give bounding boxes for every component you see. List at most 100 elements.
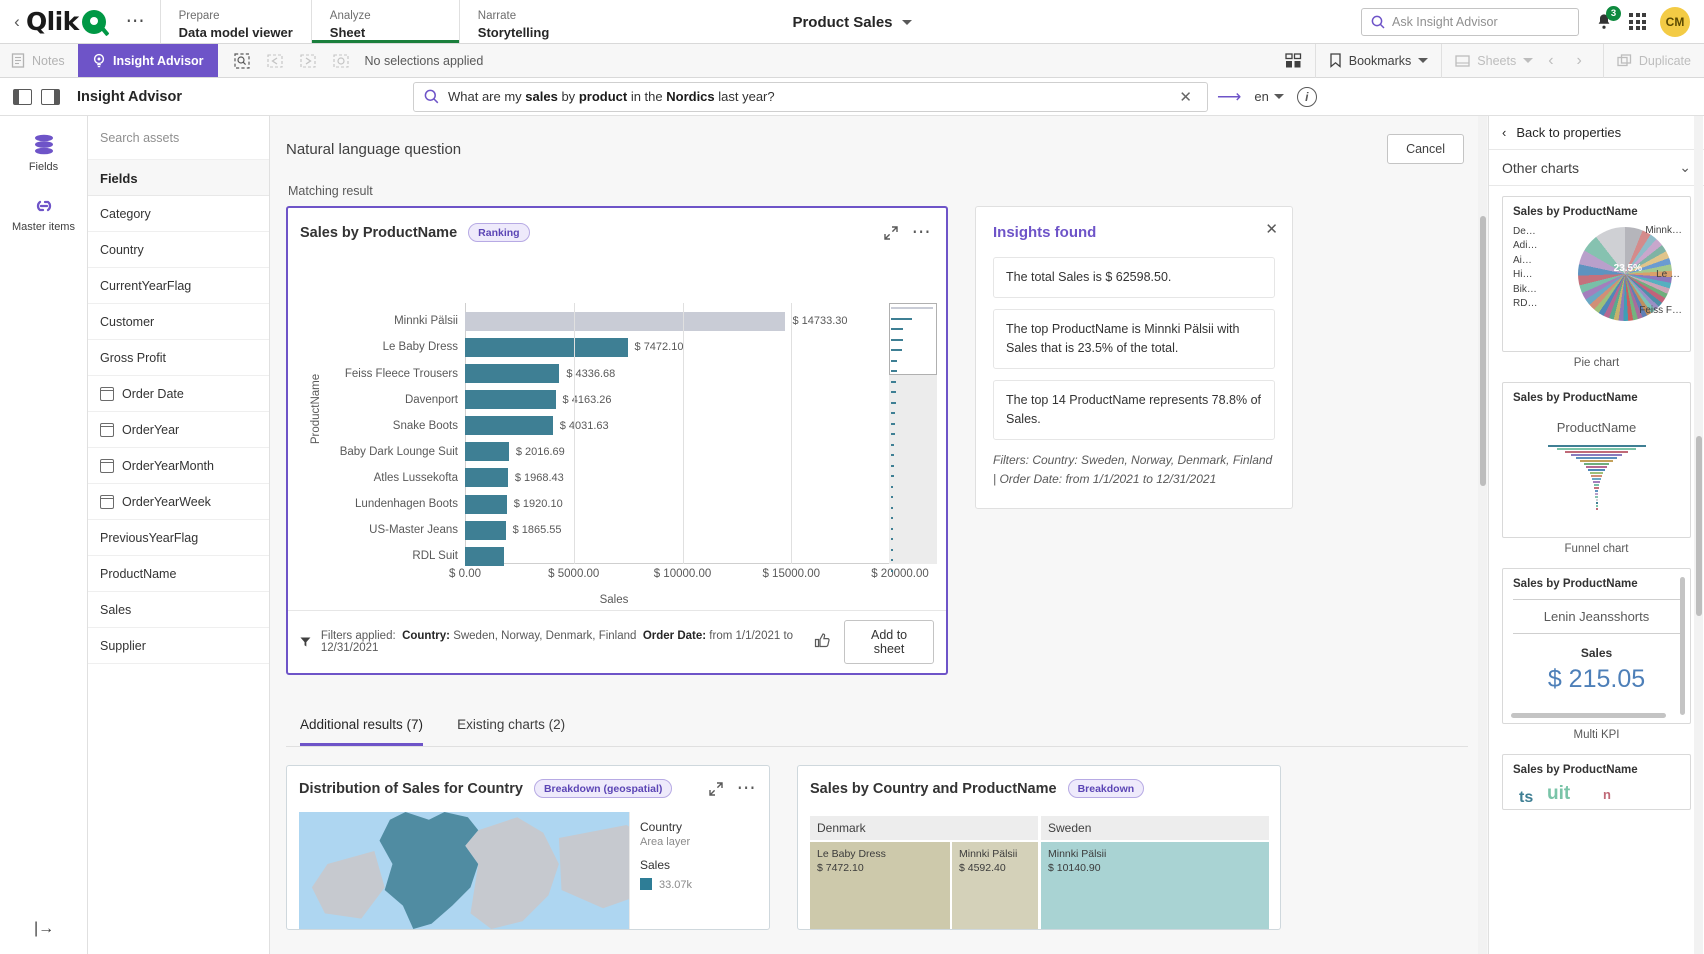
nl-question-input[interactable]: What are my sales by product in the Nord… [413,81,1208,112]
back-icon[interactable]: ‹ [0,0,26,43]
prev-sheet-button[interactable]: ‹ [1540,52,1561,70]
menu-narrate[interactable]: Narrate Storytelling [458,0,607,43]
expand-icon[interactable] [883,225,898,240]
field-row[interactable]: ProductName [88,556,269,592]
back-to-properties-button[interactable]: ‹ Back to properties [1489,116,1704,150]
chart-scroll-preview[interactable] [889,303,937,572]
submit-question-icon[interactable]: ⟶ [1208,87,1241,107]
bar[interactable] [465,416,553,436]
bar[interactable] [465,494,507,514]
toggle-left-panel-icon[interactable] [13,88,32,105]
chart-more-icon[interactable]: ⋯ [912,223,932,242]
qlik-q-icon [81,9,106,34]
bar[interactable] [465,311,786,331]
thumb-wordcloud[interactable]: Sales by ProductName ts uit n a ea o [1502,754,1691,810]
clear-selections-button[interactable] [326,48,356,74]
rail-label-fields: Fields [28,161,59,173]
treemap-card[interactable]: Sales by Country and ProductName Breakdo… [797,765,1281,930]
mini-bar [891,307,933,309]
field-row[interactable]: Category [88,196,269,232]
sheet-grid-button[interactable] [1272,44,1315,78]
main-scrollbar-thumb[interactable] [1479,216,1486,486]
map-more-icon[interactable]: ⋯ [737,779,757,798]
field-row[interactable]: CurrentYearFlag [88,268,269,304]
field-row[interactable]: PreviousYearFlag [88,520,269,556]
field-row[interactable]: Sales [88,592,269,628]
step-back-button[interactable] [260,48,290,74]
map-card[interactable]: Distribution of Sales for Country Breakd… [286,765,770,930]
treemap-body[interactable]: Denmark Le Baby Dress $ 7472.10 Minnki Päls… [810,816,1269,929]
treemap-cell-name: Le Baby Dress [817,848,886,860]
treemap-column[interactable]: Sweden Minnki Pälsii $ 10140.90 [1041,816,1269,929]
bar[interactable] [465,546,505,566]
insight-advisor-button[interactable]: Insight Advisor [78,44,218,77]
x-tick-label: $ 0.00 [449,568,481,580]
clear-question-icon[interactable]: ✕ [1174,88,1197,106]
bar[interactable] [465,337,628,357]
kpi-vertical-scrollbar[interactable] [1680,577,1685,715]
field-row[interactable]: Gross Profit [88,340,269,376]
selections-tool-icon[interactable] [227,48,257,74]
field-row[interactable]: OrderYear [88,412,269,448]
language-selector[interactable]: en [1241,89,1284,104]
bar-chart[interactable]: ProductName Minnki Pälsii $ 14733.30 Le Ba… [294,255,940,610]
field-row[interactable]: Order Date [88,376,269,412]
menu-analyze[interactable]: Analyze Sheet [310,0,459,43]
field-row[interactable]: Customer [88,304,269,340]
bar[interactable] [465,468,508,488]
thumb-multi-kpi[interactable]: Sales by ProductName Lenin Jeansshorts S… [1502,568,1691,724]
notifications-button[interactable]: 3 [1593,5,1621,33]
bar[interactable] [465,364,560,384]
search-assets-input[interactable]: Search assets [88,116,269,160]
treemap-cell[interactable]: Minnki Pälsii $ 4592.40 [952,842,1038,929]
right-panel-scrollbar-thumb[interactable] [1695,436,1702,616]
treemap-cell[interactable]: Minnki Pälsii $ 10140.90 [1041,842,1269,929]
treemap-column[interactable]: Denmark Le Baby Dress $ 7472.10 Minnki Päls… [810,816,1038,929]
bookmark-icon [1330,53,1341,68]
thumbs-up-icon[interactable] [814,632,831,652]
ask-insight-advisor-input[interactable]: Ask Insight Advisor [1361,7,1579,36]
field-row[interactable]: Country [88,232,269,268]
notes-button[interactable]: Notes [0,44,78,77]
main-scrollbar[interactable] [1478,116,1487,954]
app-launcher-icon[interactable] [1629,13,1646,30]
bar-category-label: Lundenhagen Boots [355,498,458,511]
cancel-button[interactable]: Cancel [1387,134,1464,164]
more-options-icon[interactable]: ⋯ [112,0,160,43]
bar[interactable] [465,520,506,540]
qlik-logo[interactable]: Qlik [26,0,112,43]
other-charts-section[interactable]: Other charts ⌄ [1489,150,1704,186]
step-forward-button[interactable] [293,48,323,74]
treemap-column-header: Sweden [1041,816,1269,840]
right-panel-scrollbar[interactable] [1694,116,1703,954]
rail-item-fields[interactable]: Fields [29,133,58,173]
tab-additional-results[interactable]: Additional results (7) [300,717,424,746]
map-canvas[interactable] [299,812,629,929]
field-row[interactable]: OrderYearWeek [88,484,269,520]
tab-existing-charts[interactable]: Existing charts (2) [457,717,565,746]
treemap-cell[interactable]: Le Baby Dress $ 7472.10 [810,842,950,929]
primary-chart-card[interactable]: Sales by ProductName Ranking ⋯ ProductNa… [286,206,948,675]
avatar[interactable]: CM [1660,6,1690,37]
app-title-button[interactable]: Product Sales [792,14,912,31]
info-icon[interactable]: i [1296,86,1317,107]
kpi-horizontal-scrollbar[interactable] [1511,713,1666,718]
field-row[interactable]: OrderYearMonth [88,448,269,484]
duplicate-button[interactable]: Duplicate [1602,43,1704,78]
bookmarks-button[interactable]: Bookmarks [1314,43,1442,78]
close-icon[interactable]: ✕ [1265,220,1278,238]
add-to-sheet-button[interactable]: Add to sheet [844,620,934,664]
next-sheet-button[interactable]: › [1569,52,1590,70]
thumb-pie-chart[interactable]: Sales by ProductName 23.5% De… Adi… Ai… Hi…… [1502,196,1691,352]
collapse-panel-icon[interactable]: |→ [34,920,54,938]
sheets-button[interactable]: Sheets ‹ › [1441,43,1603,78]
bar-category-label: Feiss Fleece Trousers [344,367,458,380]
field-row[interactable]: Supplier [88,628,269,664]
thumb-funnel-chart[interactable]: Sales by ProductName ProductName [1502,382,1691,538]
toggle-right-panel-icon[interactable] [41,88,60,105]
menu-prepare[interactable]: Prepare Data model viewer [159,0,311,43]
bar[interactable] [465,390,556,410]
expand-icon[interactable] [708,781,723,796]
bar[interactable] [465,442,509,462]
rail-item-master-items[interactable]: Master items [12,195,75,233]
